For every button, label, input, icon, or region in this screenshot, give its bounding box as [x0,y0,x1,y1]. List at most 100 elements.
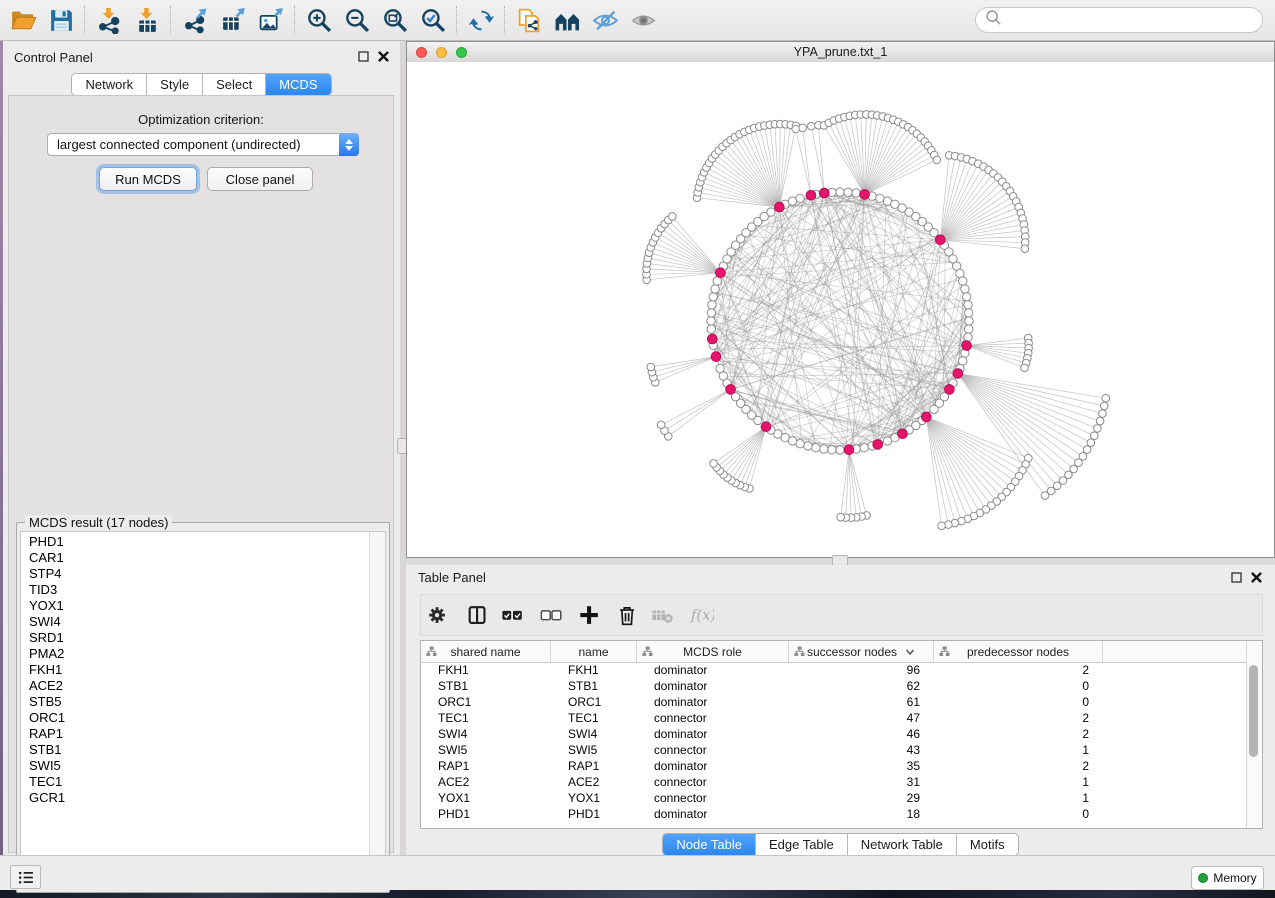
table-cell: 1 [934,774,1103,790]
memory-button[interactable]: Memory [1191,866,1264,890]
mcds-result-item[interactable]: GCR1 [21,790,369,806]
column-header-shared-name[interactable]: shared name [421,641,551,662]
apply-layout-icon[interactable] [462,3,500,37]
settings-gear-icon[interactable] [425,603,451,629]
function-builder-icon: f(x) [689,603,715,629]
show-all-icon[interactable] [624,3,662,37]
table-row[interactable]: SWI5SWI5connector431 [421,742,1247,758]
run-mcds-button[interactable]: Run MCDS [99,167,197,191]
table-cell: 2 [934,758,1103,774]
table-cell: FKH1 [421,662,551,678]
close-panel-icon[interactable] [377,50,390,63]
tab-select[interactable]: Select [203,74,266,95]
criterion-select[interactable]: largest connected component (undirected) [47,133,359,156]
table-cell: 61 [789,694,934,710]
mcds-result-item[interactable]: FKH1 [21,662,369,678]
search-box[interactable] [975,7,1263,33]
column-header-predecessor-nodes[interactable]: predecessor nodes [934,641,1103,662]
mcds-result-item[interactable]: STP4 [21,566,369,582]
mcds-result-item[interactable]: SWI4 [21,614,369,630]
attribute-type-icon [939,646,950,660]
export-image-icon[interactable] [252,3,290,37]
mcds-result-item[interactable]: SRD1 [21,630,369,646]
delete-column-icon[interactable] [615,603,641,629]
search-input[interactable] [1002,9,1262,31]
export-table-icon[interactable] [214,3,252,37]
hide-selected-icon[interactable] [586,3,624,37]
tab-edge-table[interactable]: Edge Table [756,834,848,855]
column-header-successor-nodes[interactable]: successor nodes [789,641,934,662]
table-row[interactable]: STB1STB1dominator620 [421,678,1247,694]
table-row[interactable]: YOX1YOX1connector291 [421,790,1247,806]
network-canvas[interactable] [407,62,1274,557]
mcds-result-item[interactable]: PMA2 [21,646,369,662]
deselect-all-icon[interactable] [539,603,565,629]
zoom-in-icon[interactable] [300,3,338,37]
mcds-result-item[interactable]: PHD1 [21,534,369,550]
close-panel-icon[interactable] [1250,571,1263,584]
criterion-value: largest connected component (undirected) [57,137,301,152]
zoom-out-icon[interactable] [338,3,376,37]
select-all-icon[interactable] [500,603,526,629]
table-cell: PHD1 [551,806,637,822]
table-cell: STB1 [551,678,637,694]
import-network-icon[interactable] [90,3,128,37]
add-column-icon[interactable] [577,603,603,629]
first-neighbors-icon[interactable] [548,3,586,37]
table-row[interactable]: SWI4SWI4dominator462 [421,726,1247,742]
table-row[interactable]: ORC1ORC1dominator610 [421,694,1247,710]
table-row[interactable]: RAP1RAP1dominator352 [421,758,1247,774]
close-panel-button[interactable]: Close panel [207,167,313,191]
column-header-name[interactable]: name [551,641,637,662]
table-scrollbar[interactable] [1246,641,1262,828]
mcds-result-item[interactable]: SWI5 [21,758,369,774]
zoom-fit-icon[interactable] [376,3,414,37]
mcds-result-item[interactable]: ORC1 [21,710,369,726]
search-icon [985,9,1002,31]
table-cell: ACE2 [551,774,637,790]
column-visibility-icon[interactable] [465,603,491,629]
tab-mcds[interactable]: MCDS [266,74,330,95]
scrollbar-thumb[interactable] [1249,665,1258,757]
table-cell: 43 [789,742,934,758]
table-cell: 1 [934,742,1103,758]
clone-network-icon[interactable] [510,3,548,37]
mcds-result-item[interactable]: CAR1 [21,550,369,566]
tab-network-table[interactable]: Network Table [848,834,957,855]
table-cell: dominator [637,662,789,678]
tab-node-table[interactable]: Node Table [663,834,756,855]
mcds-result-item[interactable]: STB1 [21,742,369,758]
tab-style[interactable]: Style [147,74,203,95]
mcds-panel: Optimization criterion: largest connecte… [8,95,394,853]
table-row[interactable]: ACE2ACE2connector311 [421,774,1247,790]
export-network-icon[interactable] [176,3,214,37]
table-panel: Table Panel f(x) shared namenameMCDS rol… [406,565,1275,855]
table-row[interactable]: PHD1PHD1dominator180 [421,806,1247,822]
mcds-result-item[interactable]: TEC1 [21,774,369,790]
horizontal-splitter[interactable] [406,558,1275,565]
mcds-result-item[interactable]: TID3 [21,582,369,598]
float-panel-icon[interactable] [1230,571,1243,584]
column-header-MCDS-role[interactable]: MCDS role [637,641,789,662]
open-session-icon[interactable] [4,3,42,37]
mcds-result-item[interactable]: YOX1 [21,598,369,614]
zoom-selected-icon[interactable] [414,3,452,37]
table-cell: 35 [789,758,934,774]
tab-motifs[interactable]: Motifs [957,834,1018,855]
mcds-result-item[interactable]: ACE2 [21,678,369,694]
table-row[interactable]: FKH1FKH1dominator962 [421,662,1247,678]
import-table-icon[interactable] [128,3,166,37]
table-row[interactable]: TEC1TEC1connector472 [421,710,1247,726]
table-toolbar: f(x) [420,594,1263,636]
mcds-result-item[interactable]: STB5 [21,694,369,710]
mcds-list-scrollbar[interactable] [369,532,385,888]
save-session-icon[interactable] [42,3,80,37]
task-history-button[interactable] [10,865,41,889]
table-cell: ACE2 [421,774,551,790]
network-window-titlebar[interactable]: YPA_prune.txt_1 [407,42,1274,63]
tab-network[interactable]: Network [72,74,147,95]
mcds-result-item[interactable]: RAP1 [21,726,369,742]
mcds-result-title: MCDS result (17 nodes) [25,515,172,530]
float-panel-icon[interactable] [357,50,370,63]
sort-desc-icon [905,645,915,659]
